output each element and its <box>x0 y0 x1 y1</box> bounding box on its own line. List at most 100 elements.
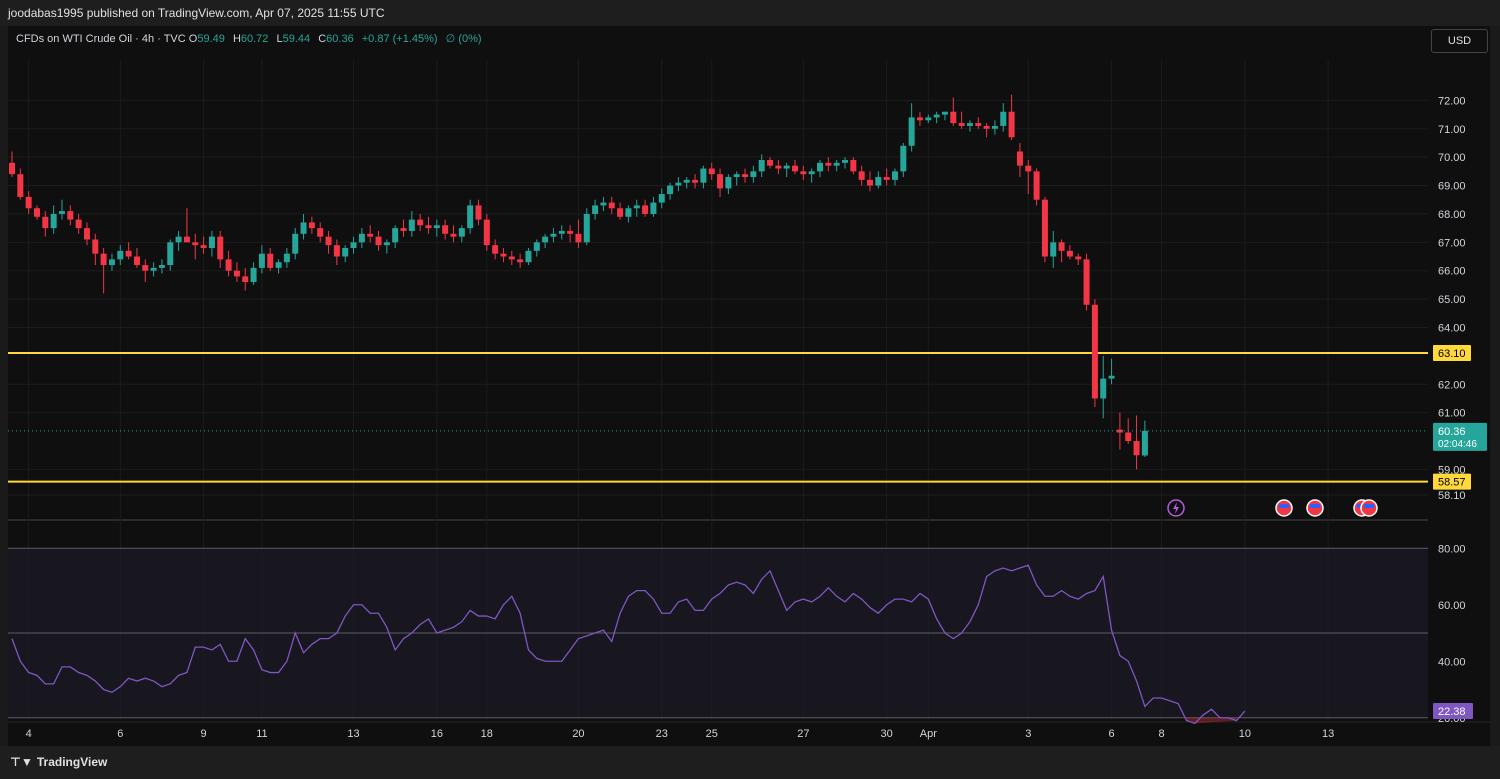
candle-body[interactable] <box>175 236 182 243</box>
candle-body[interactable] <box>700 168 707 183</box>
candle-body[interactable] <box>950 111 957 124</box>
candle-body[interactable] <box>100 253 107 266</box>
candle-body[interactable] <box>58 211 65 214</box>
candle-body[interactable] <box>925 117 932 121</box>
candle-body[interactable] <box>1050 242 1057 257</box>
candle-body[interactable] <box>1058 242 1065 251</box>
candle-body[interactable] <box>292 233 299 254</box>
candle-body[interactable] <box>133 256 140 266</box>
currency-button[interactable]: USD <box>1431 29 1488 53</box>
candle-body[interactable] <box>525 250 532 263</box>
candle-body[interactable] <box>383 242 390 246</box>
candle-body[interactable] <box>433 225 440 229</box>
candle-body[interactable] <box>850 160 857 172</box>
candle-body[interactable] <box>866 179 873 186</box>
candle-body[interactable] <box>150 267 157 271</box>
candle-body[interactable] <box>941 111 948 115</box>
candle-body[interactable] <box>1033 171 1040 200</box>
candle-body[interactable] <box>792 165 799 172</box>
chart-canvas[interactable]: 72.00 71.00 70.00 69.00 68.00 67.00 66.00 65.00… <box>0 0 1500 779</box>
candle-body[interactable] <box>633 205 640 209</box>
candle-body[interactable] <box>625 208 632 217</box>
candle-body[interactable] <box>167 242 174 266</box>
candle-body[interactable] <box>517 259 524 263</box>
candle-body[interactable] <box>467 205 474 229</box>
candle-body[interactable] <box>1083 259 1090 305</box>
candle-body[interactable] <box>983 125 990 129</box>
candle-body[interactable] <box>442 225 449 234</box>
candle-body[interactable] <box>933 114 940 118</box>
candle-body[interactable] <box>975 123 982 126</box>
candle-body[interactable] <box>400 228 407 231</box>
candle-body[interactable] <box>617 208 624 217</box>
candle-body[interactable] <box>308 222 315 229</box>
candle-body[interactable] <box>208 236 215 248</box>
candle-body[interactable] <box>408 219 415 231</box>
candle-body[interactable] <box>675 182 682 186</box>
candle-body[interactable] <box>1000 111 1007 126</box>
candle-body[interactable] <box>758 160 765 172</box>
candle-body[interactable] <box>733 174 740 178</box>
candle-body[interactable] <box>575 233 582 243</box>
candle-body[interactable] <box>600 202 607 206</box>
candle-body[interactable] <box>367 233 374 237</box>
candle-body[interactable] <box>325 236 332 246</box>
candle-body[interactable] <box>375 236 382 246</box>
candle-body[interactable] <box>608 202 615 209</box>
candle-body[interactable] <box>125 250 132 257</box>
candle-body[interactable] <box>300 222 307 234</box>
candle-body[interactable] <box>458 228 465 237</box>
candle-body[interactable] <box>966 123 973 126</box>
candle-body[interactable] <box>667 185 674 195</box>
candle-body[interactable] <box>333 245 340 257</box>
candle-body[interactable] <box>692 179 699 183</box>
candle-body[interactable] <box>92 239 99 254</box>
candle-body[interactable] <box>25 196 32 209</box>
tradingview-brand[interactable]: ⊤▼ TradingView <box>10 755 107 769</box>
candle-body[interactable] <box>592 205 599 214</box>
candle-body[interactable] <box>567 230 574 234</box>
candle-body[interactable] <box>558 230 565 234</box>
candle-body[interactable] <box>250 267 257 283</box>
candle-body[interactable] <box>217 236 224 260</box>
candle-body[interactable] <box>283 253 290 263</box>
candle-body[interactable] <box>533 242 540 251</box>
candle-body[interactable] <box>750 171 757 178</box>
candle-body[interactable] <box>417 219 424 226</box>
candle-body[interactable] <box>275 262 282 268</box>
candle-body[interactable] <box>492 245 499 254</box>
candle-body[interactable] <box>67 211 74 220</box>
candle-body[interactable] <box>650 202 657 214</box>
candle-body[interactable] <box>42 216 49 229</box>
candle-body[interactable] <box>825 162 832 166</box>
candle-body[interactable] <box>117 250 124 260</box>
candle-body[interactable] <box>158 265 165 268</box>
candle-body[interactable] <box>258 253 265 268</box>
candle-body[interactable] <box>833 162 840 166</box>
candle-body[interactable] <box>908 117 915 146</box>
candle-body[interactable] <box>183 236 190 243</box>
candle-body[interactable] <box>500 253 507 257</box>
candle-body[interactable] <box>483 219 490 246</box>
candle-body[interactable] <box>842 160 848 163</box>
candle-body[interactable] <box>1100 378 1107 399</box>
candle-body[interactable] <box>767 160 774 166</box>
candle-body[interactable] <box>1025 165 1032 172</box>
candle-body[interactable] <box>317 228 324 237</box>
candle-body[interactable] <box>75 219 82 229</box>
candle-body[interactable] <box>683 179 690 183</box>
candle-body[interactable] <box>658 194 665 203</box>
candle-body[interactable] <box>450 233 457 237</box>
candle-body[interactable] <box>1041 199 1048 257</box>
candle-body[interactable] <box>1075 256 1082 260</box>
candle-body[interactable] <box>392 228 399 243</box>
candle-body[interactable] <box>1008 111 1015 138</box>
candle-body[interactable] <box>83 228 90 240</box>
candle-body[interactable] <box>192 242 199 246</box>
candle-body[interactable] <box>642 205 649 214</box>
candle-body[interactable] <box>725 177 732 189</box>
candle-body[interactable] <box>1141 430 1148 456</box>
candle-body[interactable] <box>883 177 890 180</box>
candle-body[interactable] <box>142 265 149 271</box>
candle-body[interactable] <box>33 208 40 217</box>
